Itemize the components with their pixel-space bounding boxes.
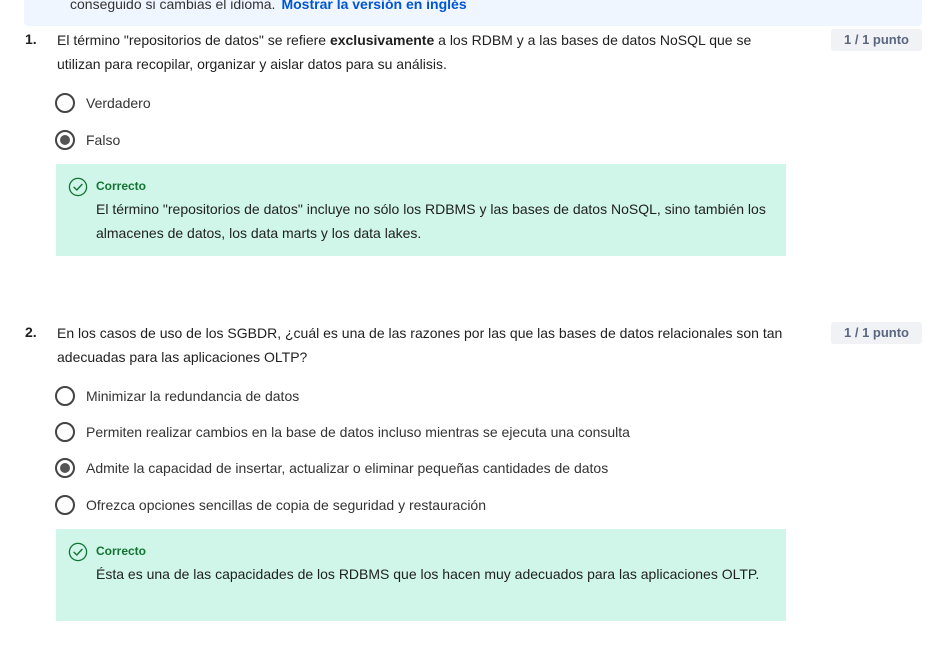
option-permiten-cambios[interactable]: Permiten realizar cambios en la base de …	[55, 421, 630, 443]
question-number: 2.	[25, 324, 37, 340]
question-text: El término "repositorios de datos" se re…	[57, 28, 792, 76]
option-label: Minimizar la redundancia de datos	[86, 388, 300, 404]
points-badge: 1 / 1 punto	[831, 322, 922, 344]
option-label: Falso	[86, 132, 121, 148]
feedback-title: Correcto	[96, 544, 147, 558]
option-label: Verdadero	[86, 95, 151, 111]
radio-checked-icon[interactable]	[55, 458, 75, 478]
feedback-correct: Correcto Ésta es una de las capacidades …	[56, 529, 786, 621]
question-number: 1.	[25, 31, 37, 47]
feedback-title: Correcto	[96, 179, 147, 193]
option-verdadero[interactable]: Verdadero	[55, 92, 151, 114]
check-circle-icon	[68, 542, 88, 562]
option-label: Permiten realizar cambios en la base de …	[86, 424, 630, 440]
feedback-correct: Correcto El término "repositorios de dat…	[56, 164, 786, 256]
radio-checked-icon[interactable]	[55, 130, 75, 150]
option-falso[interactable]: Falso	[55, 129, 120, 151]
option-label: Admite la capacidad de insertar, actuali…	[86, 460, 609, 476]
show-english-link[interactable]: Mostrar la versión en inglés	[281, 0, 466, 12]
option-copia-seguridad[interactable]: Ofrezca opciones sencillas de copia de s…	[55, 494, 486, 516]
banner-message: conseguido si cambias el idioma.	[70, 0, 276, 12]
feedback-text: Ésta es una de las capacidades de los RD…	[96, 566, 760, 582]
radio-unchecked-icon[interactable]	[55, 93, 75, 113]
question-text-emphasis: exclusivamente	[329, 32, 435, 48]
question-text-part: El término "repositorios de datos" se re…	[57, 32, 330, 48]
option-label: Ofrezca opciones sencillas de copia de s…	[86, 497, 487, 513]
radio-unchecked-icon[interactable]	[55, 422, 75, 442]
feedback-text: El término "repositorios de datos" inclu…	[96, 201, 766, 241]
points-badge: 1 / 1 punto	[831, 29, 922, 51]
language-banner-text: conseguido si cambias el idioma. Mostrar …	[70, 0, 467, 12]
option-admite-capacidad[interactable]: Admite la capacidad de insertar, actuali…	[55, 457, 608, 479]
option-minimizar-redundancia[interactable]: Minimizar la redundancia de datos	[55, 385, 299, 407]
question-text: En los casos de uso de los SGBDR, ¿cuál …	[57, 325, 783, 365]
radio-unchecked-icon[interactable]	[55, 386, 75, 406]
check-circle-icon	[68, 177, 88, 197]
radio-unchecked-icon[interactable]	[55, 495, 75, 515]
